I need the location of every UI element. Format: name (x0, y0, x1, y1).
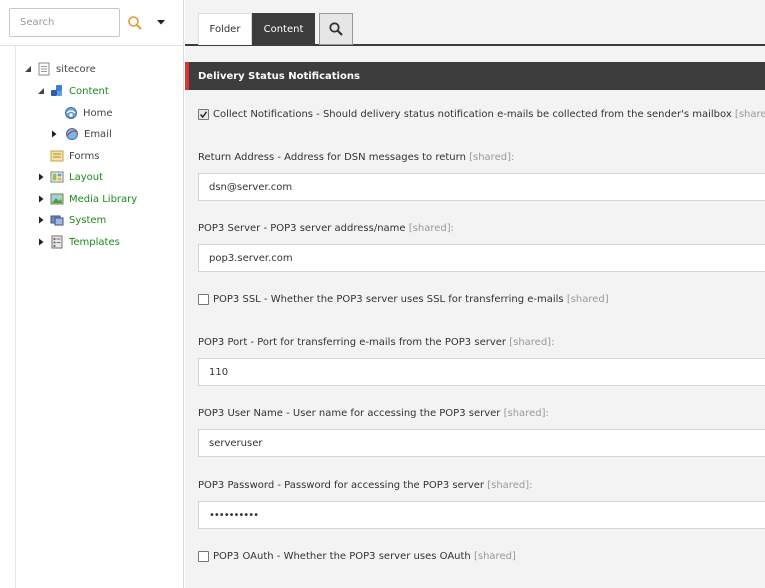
search-input[interactable] (10, 9, 119, 36)
search-box[interactable] (9, 8, 120, 37)
templates-icon (50, 235, 64, 249)
caret-down-icon (157, 20, 165, 25)
field-label-text: POP3 SSL - Whether the POP3 server uses … (213, 294, 564, 305)
editor-tab-bar: Folder Content (185, 0, 765, 46)
tab-content-label: Content (263, 23, 304, 35)
system-icon (50, 213, 64, 227)
field-label: POP3 OAuth - Whether the POP3 server use… (213, 551, 516, 562)
tab-folder[interactable]: Folder (198, 13, 252, 45)
return-address-label: Return Address - Address for DSN message… (198, 152, 514, 163)
field-label-text: POP3 Server - POP3 server address/name (198, 223, 406, 234)
tree-item-sitecore[interactable]: sitecore (23, 60, 96, 78)
content-icon (50, 84, 64, 98)
tree-item-selection: Email (63, 125, 112, 143)
tab-content[interactable]: Content (252, 13, 315, 45)
collapsed-arrow-icon[interactable] (36, 194, 46, 204)
field-label-text: POP3 OAuth - Whether the POP3 server use… (213, 551, 471, 562)
forms-icon (50, 149, 64, 163)
pop3-oauth-checkbox[interactable] (198, 551, 209, 562)
tree-item-email[interactable]: Email (49, 125, 112, 143)
tree-item-label: Templates (69, 236, 120, 248)
field-label-text: Return Address - Address for DSN message… (198, 152, 466, 163)
field-label-text: POP3 Port - Port for transferring e-mail… (198, 337, 507, 348)
email-icon (65, 127, 79, 141)
tree-item-content[interactable]: Content (36, 82, 109, 100)
pop3-server-label: POP3 Server - POP3 server address/name [… (198, 223, 454, 234)
content-tree-panel: sitecore Content Home Email (0, 0, 184, 588)
section-header[interactable]: Delivery Status Notifications (185, 62, 765, 90)
tree-gutter (0, 46, 16, 588)
shared-tag: [shared] (566, 294, 609, 305)
shared-tag: [shared]: (408, 223, 454, 234)
expanded-arrow-icon[interactable] (23, 64, 33, 74)
tree-item-label: Content (69, 85, 109, 97)
checkmark-icon (199, 111, 208, 119)
home-icon (64, 106, 78, 120)
tree-item-label: System (69, 214, 107, 226)
tab-folder-label: Folder (209, 24, 241, 35)
sitecore-page-icon (37, 62, 51, 76)
field-label-text: POP3 Password - Password for accessing t… (198, 480, 485, 491)
shared-tag: [shared] (473, 551, 516, 562)
field-label-text: POP3 User Name - User name for accessing… (198, 408, 501, 419)
pop3-ssl-field: POP3 SSL - Whether the POP3 server uses … (198, 294, 609, 305)
expanded-arrow-icon[interactable] (36, 86, 46, 96)
collapsed-arrow-icon[interactable] (36, 172, 46, 182)
search-button[interactable] (126, 14, 144, 32)
shared-tag: [shared] (734, 109, 765, 120)
collapsed-arrow-icon[interactable] (36, 215, 46, 225)
tree-item-label: Media Library (69, 193, 138, 205)
tree-item-label: Layout (69, 171, 103, 183)
collapsed-arrow-icon[interactable] (36, 237, 46, 247)
shared-tag: [shared]: (469, 152, 515, 163)
section-title: Delivery Status Notifications (198, 70, 360, 82)
tab-search[interactable] (319, 13, 353, 45)
tree-item-label: Home (83, 107, 113, 119)
tree-item-forms[interactable]: Forms (50, 147, 99, 165)
tree-item-templates[interactable]: Templates (36, 233, 120, 251)
search-options-dropdown[interactable] (154, 15, 168, 29)
pop3-user-name-label: POP3 User Name - User name for accessing… (198, 408, 549, 419)
collect-notifications-checkbox[interactable] (198, 109, 209, 120)
shared-tag: [shared]: (509, 337, 555, 348)
pop3-ssl-checkbox[interactable] (198, 294, 209, 305)
content-editor-panel: Folder Content Delivery Status Notificat… (185, 0, 765, 588)
field-label: POP3 SSL - Whether the POP3 server uses … (213, 294, 609, 305)
shared-tag: [shared]: (487, 480, 533, 491)
pop3-password-label: POP3 Password - Password for accessing t… (198, 480, 532, 491)
pop3-oauth-field: POP3 OAuth - Whether the POP3 server use… (198, 551, 516, 562)
pop3-password-input[interactable]: •••••••••• (198, 501, 765, 529)
media-library-icon (50, 192, 64, 206)
field-label: Collect Notifications - Should delivery … (213, 109, 765, 120)
search-icon (128, 16, 142, 30)
pop3-port-input[interactable]: 110 (198, 358, 765, 386)
shared-tag: [shared]: (503, 408, 549, 419)
tree-item-label: Email (84, 128, 112, 140)
collect-notifications-field: Collect Notifications - Should delivery … (198, 109, 765, 120)
tree-item-label: Forms (69, 150, 100, 162)
pop3-port-label: POP3 Port - Port for transferring e-mail… (198, 337, 554, 348)
tree-item-media-library[interactable]: Media Library (36, 190, 137, 208)
tree-item-label: sitecore (56, 63, 96, 75)
divider (0, 45, 184, 46)
pop3-server-input[interactable]: pop3.server.com (198, 244, 765, 272)
tree-item-home[interactable]: Home (64, 104, 113, 122)
return-address-input[interactable]: dsn@server.com (198, 173, 765, 201)
search-icon (329, 22, 343, 36)
collapsed-arrow-icon[interactable] (49, 129, 59, 139)
tree-item-system[interactable]: System (36, 211, 106, 229)
field-label-text: Collect Notifications - Should delivery … (213, 109, 732, 120)
pop3-user-name-input[interactable]: serveruser (198, 429, 765, 457)
layout-icon (50, 170, 64, 184)
tree-item-layout[interactable]: Layout (36, 168, 103, 186)
